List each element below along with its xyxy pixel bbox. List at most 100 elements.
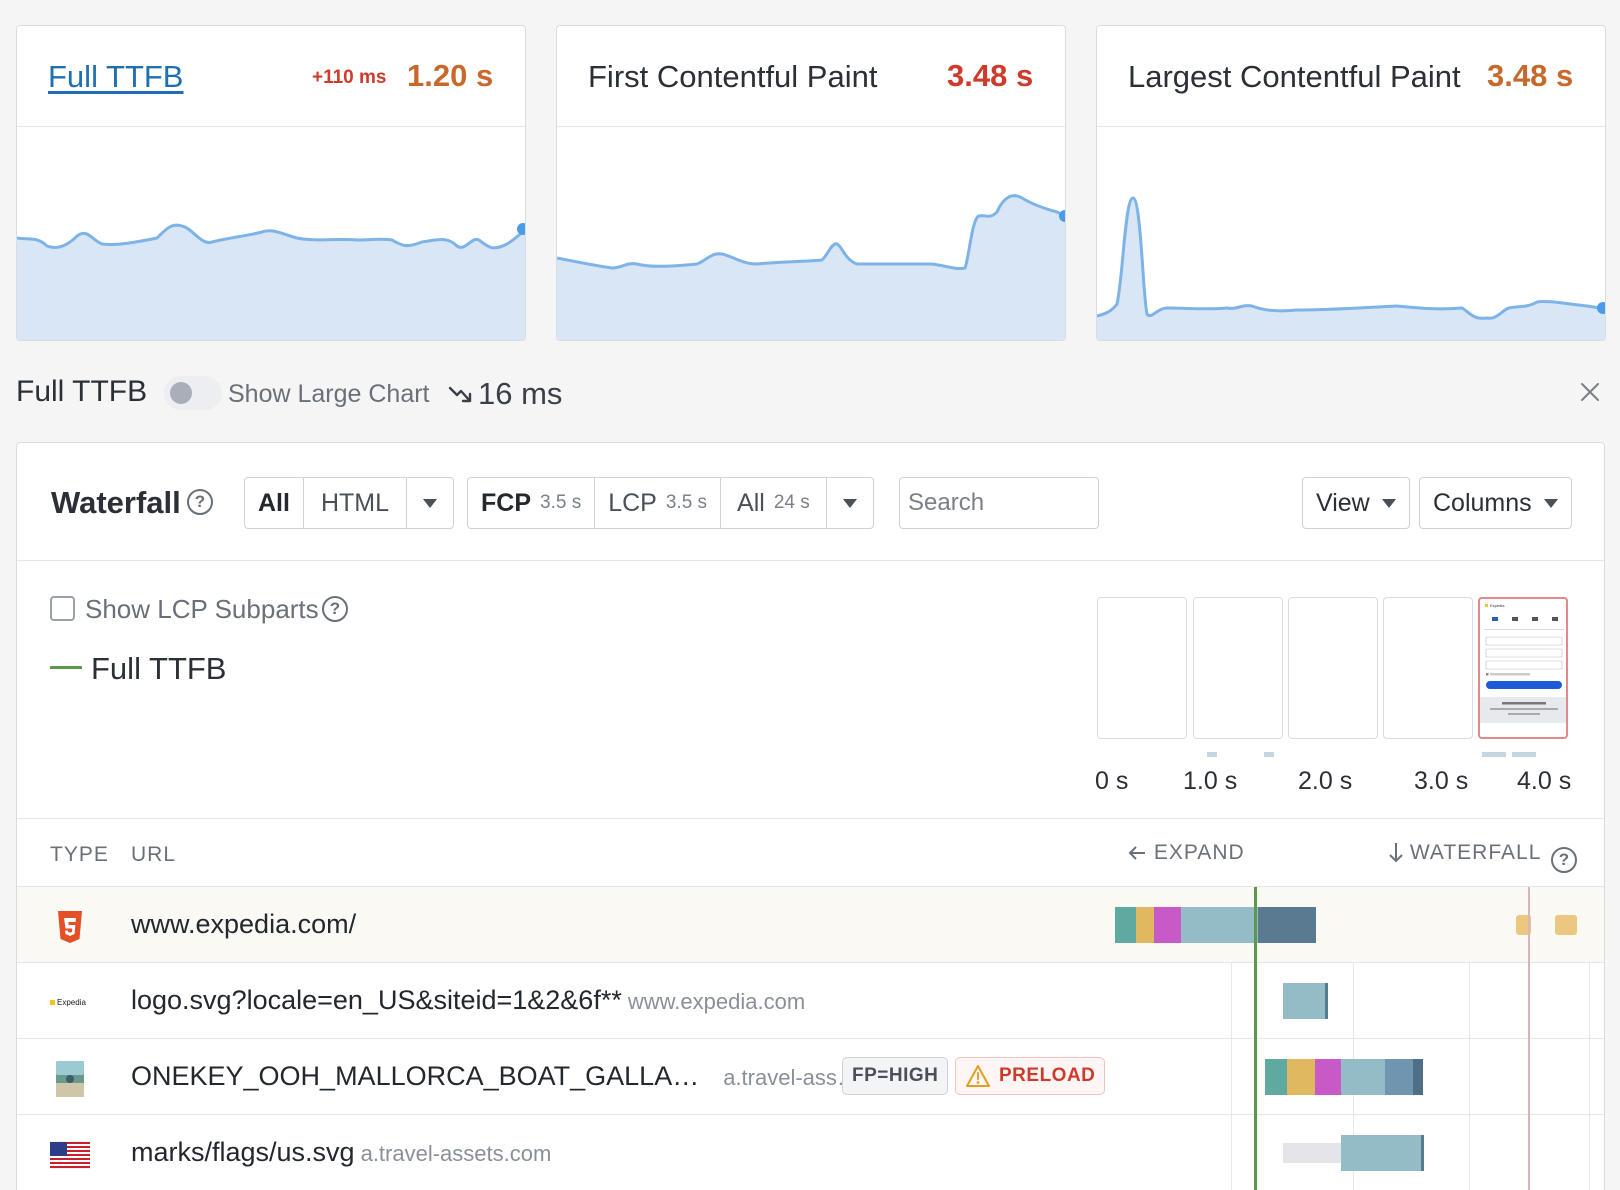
row-url[interactable]: ONEKEY_OOH_MALLORCA_BOAT_GALLA… a.travel-… xyxy=(131,1061,859,1092)
waterfall-sort-button[interactable]: WATERFALL ? xyxy=(1389,841,1578,873)
bar-download xyxy=(1258,907,1316,943)
bar-download xyxy=(1421,1135,1424,1171)
fetch-priority-badge: FP=HIGH xyxy=(842,1057,949,1095)
columns-label: Columns xyxy=(1433,488,1532,517)
expand-button[interactable]: EXPAND xyxy=(1127,841,1245,865)
metric-sparkline xyxy=(17,223,525,340)
waterfall-legend-area: Show LCP Subparts ? Full TTFB Expedia 0 … xyxy=(17,561,1604,819)
row-host: a.travel-ass… xyxy=(723,1065,859,1090)
timeline-label: 4.0 s xyxy=(1517,767,1572,795)
filmstrip-tick xyxy=(1264,752,1274,757)
filmstrip-frame[interactable] xyxy=(1193,597,1283,739)
milestone-time: 3.5 s xyxy=(540,492,582,513)
warning-icon xyxy=(966,1065,990,1087)
bar-dns xyxy=(1115,907,1136,943)
large-chart-toggle[interactable] xyxy=(164,376,222,410)
row-url-path: ONEKEY_OOH_MALLORCA_BOAT_GALLA… xyxy=(131,1061,700,1091)
html5-icon xyxy=(58,911,82,943)
bar-ssl xyxy=(1315,1059,1341,1095)
filmstrip-frame-lcp[interactable]: Expedia xyxy=(1478,597,1568,739)
lcp-subparts-checkbox[interactable] xyxy=(50,596,75,621)
lcp-screenshot-thumbnail: Expedia xyxy=(1480,603,1566,723)
metric-card-header: Full TTFB +110 ms 1.20 s xyxy=(17,26,525,127)
large-chart-toggle-label[interactable]: Show Large Chart xyxy=(228,380,430,409)
type-filter-group: All HTML xyxy=(244,477,455,529)
table-row[interactable]: Expedia logo.svg?locale=en_US&siteid=1&2… xyxy=(17,963,1604,1039)
help-icon[interactable]: ? xyxy=(1551,847,1578,873)
filter-all-button[interactable]: All xyxy=(245,478,304,528)
metric-sparkline xyxy=(1097,196,1605,340)
close-icon[interactable] xyxy=(1576,378,1604,406)
bar-download xyxy=(1325,983,1328,1019)
bar-ttfb xyxy=(1283,983,1325,1019)
bar-ttfb xyxy=(1181,907,1258,943)
help-icon[interactable]: ? xyxy=(187,489,213,515)
metric-card-fcp[interactable]: First Contentful Paint 3.48 s xyxy=(556,25,1066,341)
ttfb-legend-label: Full TTFB xyxy=(91,651,227,686)
toggle-knob xyxy=(170,382,192,404)
column-header-type[interactable]: TYPE xyxy=(50,843,109,867)
bar-ttfb xyxy=(1341,1059,1385,1095)
ttfb-marker-line xyxy=(1254,887,1257,1190)
bar-download xyxy=(1413,1059,1423,1095)
arrow-left-icon xyxy=(1128,846,1145,860)
metric-detail-title: Full TTFB xyxy=(16,375,148,408)
view-dropdown[interactable]: View xyxy=(1302,477,1410,529)
preload-label: PRELOAD xyxy=(999,1065,1096,1086)
milestone-all-button[interactable]: All 24 s xyxy=(721,478,827,528)
chevron-down-icon xyxy=(423,498,438,508)
expand-label: EXPAND xyxy=(1153,841,1245,864)
type-filter-dropdown[interactable] xyxy=(407,478,453,528)
filmstrip-frame[interactable] xyxy=(1288,597,1378,739)
table-row[interactable]: ONEKEY_OOH_MALLORCA_BOAT_GALLA… a.travel-… xyxy=(17,1039,1604,1115)
trend-value: 16 ms xyxy=(478,376,563,411)
bar-download xyxy=(1385,1059,1413,1095)
help-icon[interactable]: ? xyxy=(322,596,348,622)
metric-title-link[interactable]: Full TTFB xyxy=(48,59,184,95)
timeline-label: 2.0 s xyxy=(1298,767,1353,795)
view-label: View xyxy=(1316,488,1370,517)
search-input[interactable] xyxy=(899,477,1099,529)
chevron-down-icon xyxy=(1543,498,1558,508)
trend-indicator: 16 ms xyxy=(448,376,562,412)
milestone-lcp-button[interactable]: LCP 3.5 s xyxy=(595,478,722,528)
filmstrip-frame[interactable] xyxy=(1383,597,1473,739)
table-row[interactable]: marks/flags/us.svg a.travel-assets.com xyxy=(17,1115,1604,1190)
row-url[interactable]: marks/flags/us.svg a.travel-assets.com xyxy=(131,1137,551,1168)
filmstrip-tick xyxy=(1207,752,1217,757)
row-url[interactable]: www.expedia.com/ xyxy=(131,909,356,940)
milestone-time: 3.5 s xyxy=(665,492,708,513)
filter-html-button[interactable]: HTML xyxy=(304,478,408,528)
column-header-url[interactable]: URL xyxy=(131,843,176,867)
bar-dns xyxy=(1265,1059,1287,1095)
bar-connect xyxy=(1136,907,1154,943)
milestone-fcp-button[interactable]: FCP 3.5 s xyxy=(468,478,596,528)
metric-value: 1.20 s xyxy=(407,58,494,93)
milestone-dropdown[interactable] xyxy=(827,478,873,528)
bar-connect xyxy=(1287,1059,1315,1095)
table-row[interactable]: www.expedia.com/ xyxy=(17,887,1604,963)
lcp-subparts-label[interactable]: Show LCP Subparts xyxy=(85,594,319,625)
filmstrip-tick xyxy=(1482,752,1506,757)
bar-ttfb xyxy=(1341,1135,1421,1171)
milestone-label: All xyxy=(737,488,765,517)
metric-card-lcp[interactable]: Largest Contentful Paint 3.48 s xyxy=(1096,25,1606,341)
arrow-down-icon xyxy=(1389,843,1403,863)
columns-dropdown[interactable]: Columns xyxy=(1419,477,1572,529)
waterfall-panel: Waterfall ? All HTML FCP 3.5 s LCP 3.5 s A… xyxy=(16,442,1605,1190)
filmstrip-frame[interactable] xyxy=(1097,597,1187,739)
milestone-time: 24 s xyxy=(773,492,810,513)
metric-card-header: Largest Contentful Paint 3.48 s xyxy=(1097,26,1605,127)
preload-badge[interactable]: PRELOAD xyxy=(955,1057,1106,1095)
metric-card-header: First Contentful Paint 3.48 s xyxy=(557,26,1065,127)
bar-queued xyxy=(1283,1143,1341,1163)
waterfall-rows: www.expedia.com/ Expedia logo.svg?locale… xyxy=(17,887,1604,1190)
timeline-label: 3.0 s xyxy=(1414,767,1469,795)
metric-card-full-ttfb[interactable]: Full TTFB +110 ms 1.20 s xyxy=(16,25,526,341)
timeline-label: 1.0 s xyxy=(1183,767,1238,795)
row-url[interactable]: logo.svg?locale=en_US&siteid=1&2&6f** www… xyxy=(131,985,805,1016)
chevron-down-icon xyxy=(1381,498,1396,508)
row-url-path: marks/flags/us.svg xyxy=(131,1137,355,1167)
svg-text:Expedia: Expedia xyxy=(57,998,86,1007)
milestone-label: FCP xyxy=(481,488,531,517)
